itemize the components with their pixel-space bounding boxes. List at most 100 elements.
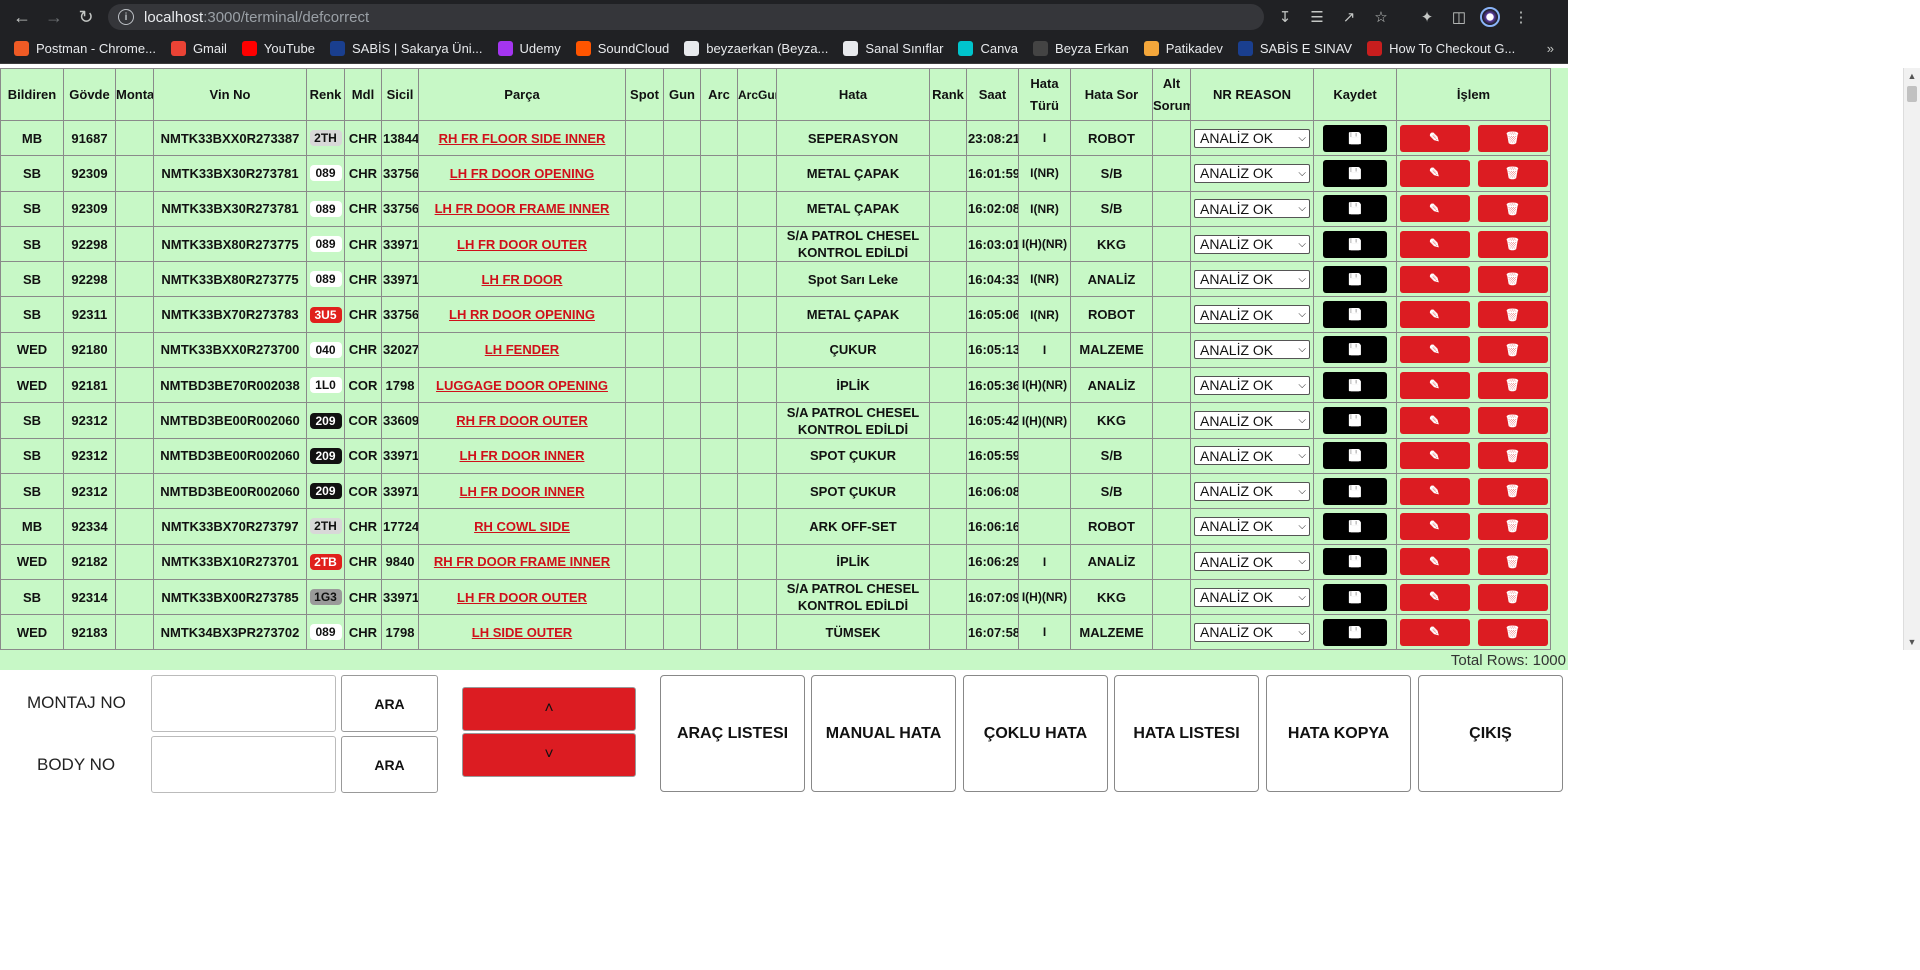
- page-up-button[interactable]: ˄: [462, 687, 636, 731]
- part-link[interactable]: LH FR DOOR OPENING: [450, 166, 594, 181]
- part-link[interactable]: RH FR DOOR FRAME INNER: [434, 554, 610, 569]
- edit-button[interactable]: ✎: [1399, 301, 1470, 329]
- col-nr-reason[interactable]: NR REASON: [1190, 68, 1314, 121]
- bookmark-item[interactable]: SoundCloud: [575, 41, 669, 56]
- bookmark-item[interactable]: Postman - Chrome...: [14, 41, 156, 56]
- col-alt-sorumlu[interactable]: Alt Sorumlu: [1152, 68, 1191, 121]
- edit-button[interactable]: ✎: [1399, 159, 1470, 187]
- scroll-up-icon[interactable]: ▲: [1904, 68, 1920, 84]
- edit-button[interactable]: ✎: [1399, 548, 1470, 576]
- part-link[interactable]: LH FENDER: [485, 342, 559, 357]
- nr-reason-select[interactable]: ANALİZ OK ⌵: [1194, 622, 1310, 642]
- save-button[interactable]: 💾: [1323, 195, 1387, 223]
- save-button[interactable]: 💾: [1323, 124, 1387, 152]
- col-bildiren[interactable]: Bildiren: [0, 68, 64, 121]
- nr-reason-select[interactable]: ANALİZ OK ⌵: [1194, 411, 1310, 431]
- manual-error-button[interactable]: MANUAL HATA: [811, 675, 956, 792]
- multi-error-button[interactable]: ÇOKLU HATA: [963, 675, 1108, 792]
- delete-button[interactable]: 🗑: [1477, 512, 1548, 540]
- montaj-no-input[interactable]: [151, 675, 336, 732]
- save-button[interactable]: 💾: [1323, 618, 1387, 646]
- edit-button[interactable]: ✎: [1399, 583, 1470, 611]
- save-button[interactable]: 💾: [1323, 583, 1387, 611]
- col-sicil[interactable]: Sicil: [381, 68, 419, 121]
- part-link[interactable]: RH COWL SIDE: [474, 519, 570, 534]
- edit-button[interactable]: ✎: [1399, 618, 1470, 646]
- bookmark-item[interactable]: SABİS | Sakarya Üni...: [329, 41, 483, 56]
- delete-button[interactable]: 🗑: [1477, 442, 1548, 470]
- delete-button[interactable]: 🗑: [1477, 301, 1548, 329]
- nr-reason-select[interactable]: ANALİZ OK ⌵: [1194, 128, 1310, 148]
- nr-reason-select[interactable]: ANALİZ OK ⌵: [1194, 516, 1310, 536]
- delete-button[interactable]: 🗑: [1477, 336, 1548, 364]
- edit-button[interactable]: ✎: [1399, 512, 1470, 540]
- edit-button[interactable]: ✎: [1399, 230, 1470, 258]
- body-search-button[interactable]: ARA: [341, 736, 438, 793]
- save-button[interactable]: 💾: [1323, 301, 1387, 329]
- nr-reason-select[interactable]: ANALİZ OK ⌵: [1194, 305, 1310, 325]
- col-arc[interactable]: Arc: [700, 68, 738, 121]
- extensions-icon[interactable]: ✦: [1416, 6, 1438, 28]
- bookmark-item[interactable]: SABİS E SINAV: [1237, 41, 1352, 56]
- bookmark-item[interactable]: beyzaerkan (Beyza...: [684, 41, 828, 56]
- nr-reason-select[interactable]: ANALİZ OK ⌵: [1194, 446, 1310, 466]
- save-button[interactable]: 💾: [1323, 265, 1387, 293]
- site-info-icon[interactable]: i: [118, 9, 134, 25]
- nr-reason-select[interactable]: ANALİZ OK ⌵: [1194, 269, 1310, 289]
- delete-button[interactable]: 🗑: [1477, 371, 1548, 399]
- part-link[interactable]: LH FR DOOR OUTER: [457, 590, 587, 605]
- delete-button[interactable]: 🗑: [1477, 265, 1548, 293]
- nr-reason-select[interactable]: ANALİZ OK ⌵: [1194, 340, 1310, 360]
- col-montaj[interactable]: Montaj: [115, 68, 154, 121]
- vehicle-list-button[interactable]: ARAÇ LISTESI: [660, 675, 805, 792]
- body-no-input[interactable]: [151, 736, 336, 793]
- bookmark-item[interactable]: Patikadev: [1143, 41, 1223, 56]
- part-link[interactable]: RH FR FLOOR SIDE INNER: [439, 131, 606, 146]
- delete-button[interactable]: 🗑: [1477, 548, 1548, 576]
- edit-button[interactable]: ✎: [1399, 407, 1470, 435]
- bookmark-star-icon[interactable]: ☆: [1370, 6, 1392, 28]
- delete-button[interactable]: 🗑: [1477, 124, 1548, 152]
- save-button[interactable]: 💾: [1323, 159, 1387, 187]
- part-link[interactable]: LH SIDE OUTER: [472, 625, 572, 640]
- edit-button[interactable]: ✎: [1399, 336, 1470, 364]
- nr-reason-select[interactable]: ANALİZ OK ⌵: [1194, 234, 1310, 254]
- edit-button[interactable]: ✎: [1399, 124, 1470, 152]
- back-arrow-icon[interactable]: ←: [6, 1, 38, 33]
- page-down-button[interactable]: ˅: [462, 733, 636, 777]
- save-button[interactable]: 💾: [1323, 336, 1387, 364]
- save-button[interactable]: 💾: [1323, 512, 1387, 540]
- col-vin[interactable]: Vin No: [153, 68, 307, 121]
- install-app-icon[interactable]: ↧: [1274, 6, 1296, 28]
- col-hata-turu[interactable]: Hata Türü: [1018, 68, 1071, 121]
- translate-icon[interactable]: ☰: [1306, 6, 1328, 28]
- bookmark-item[interactable]: Gmail: [170, 41, 227, 56]
- save-button[interactable]: 💾: [1323, 477, 1387, 505]
- nr-reason-select[interactable]: ANALİZ OK ⌵: [1194, 375, 1310, 395]
- montaj-search-button[interactable]: ARA: [341, 675, 438, 732]
- bookmarks-overflow-icon[interactable]: »: [1547, 41, 1554, 56]
- edit-button[interactable]: ✎: [1399, 265, 1470, 293]
- bookmark-item[interactable]: Beyza Erkan: [1033, 41, 1129, 56]
- part-link[interactable]: LUGGAGE DOOR OPENING: [436, 378, 608, 393]
- col-gun[interactable]: Gun: [663, 68, 701, 121]
- side-panel-icon[interactable]: ◫: [1448, 6, 1470, 28]
- bookmark-item[interactable]: How To Checkout G...: [1367, 41, 1515, 56]
- scroll-down-icon[interactable]: ▼: [1904, 634, 1920, 650]
- save-button[interactable]: 💾: [1323, 371, 1387, 399]
- edit-button[interactable]: ✎: [1399, 477, 1470, 505]
- col-rank[interactable]: Rank: [929, 68, 967, 121]
- part-link[interactable]: LH FR DOOR OUTER: [457, 237, 587, 252]
- col-spot[interactable]: Spot: [625, 68, 664, 121]
- delete-button[interactable]: 🗑: [1477, 477, 1548, 505]
- reload-icon[interactable]: ↻: [70, 1, 102, 33]
- bookmark-item[interactable]: Udemy: [497, 41, 561, 56]
- part-link[interactable]: LH FR DOOR INNER: [460, 448, 585, 463]
- part-link[interactable]: LH FR DOOR FRAME INNER: [435, 201, 610, 216]
- col-govde[interactable]: Gövde: [63, 68, 116, 121]
- part-link[interactable]: LH RR DOOR OPENING: [449, 307, 595, 322]
- exit-button[interactable]: ÇIKIŞ: [1418, 675, 1563, 792]
- delete-button[interactable]: 🗑: [1477, 407, 1548, 435]
- error-copy-button[interactable]: HATA KOPYA: [1266, 675, 1411, 792]
- nr-reason-select[interactable]: ANALİZ OK ⌵: [1194, 587, 1310, 607]
